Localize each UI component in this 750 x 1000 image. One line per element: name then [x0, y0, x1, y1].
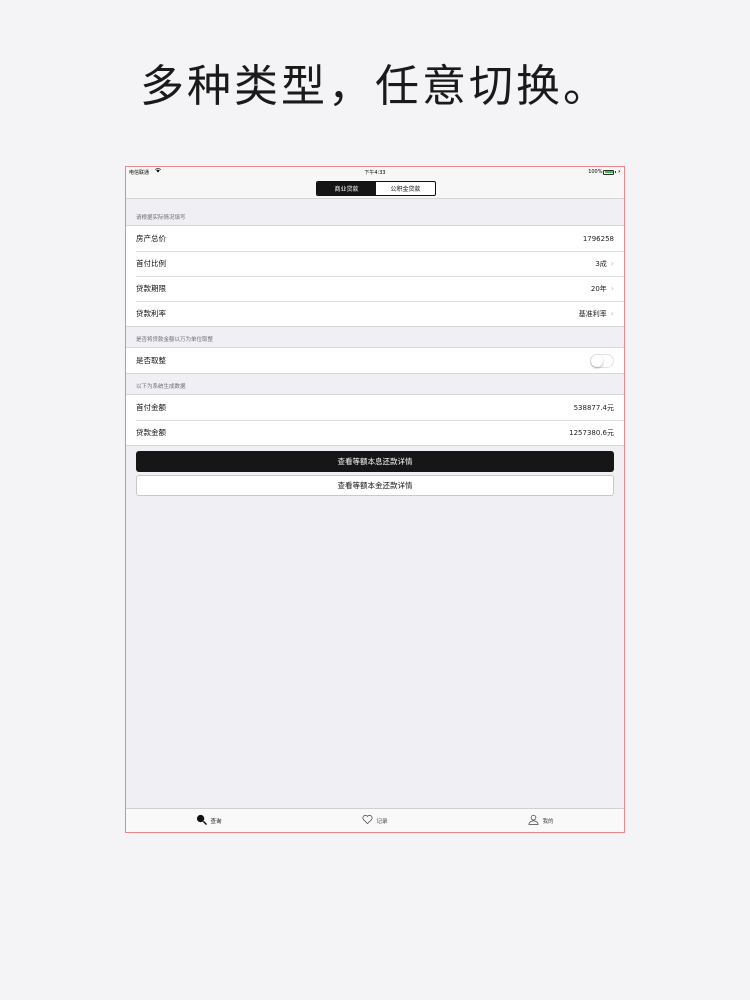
segment-commercial-loan[interactable]: 商业贷款	[317, 182, 376, 195]
row-down-payment-amount: 首付金额 538877.4元	[126, 395, 624, 420]
segment-housing-fund-loan[interactable]: 公积金贷款	[376, 182, 435, 195]
navigation-bar: 商业贷款 公积金贷款	[126, 178, 624, 199]
results-group: 首付金额 538877.4元 贷款金额 1257380.6元	[126, 394, 624, 446]
tab-bar: 查询 记录 我的	[126, 808, 624, 832]
row-label: 贷款利率	[136, 309, 166, 318]
equal-principal-details-button[interactable]: 查看等额本金还款详情	[136, 475, 614, 496]
tab-query[interactable]: 查询	[126, 809, 292, 832]
row-label: 贷款金额	[136, 428, 166, 437]
row-down-payment-ratio[interactable]: 首付比例 3成 ›	[126, 251, 624, 276]
heart-icon	[362, 814, 373, 827]
section-header-results: 以下为系统生成数据	[136, 384, 186, 390]
row-total-price[interactable]: 房产总价 1796258	[126, 226, 624, 251]
person-icon	[528, 814, 539, 827]
section-header-input: 请根据实际情况填写	[136, 215, 186, 221]
loan-term-value: 20年	[590, 284, 607, 293]
battery-indicator: 100% ⚡︎	[588, 169, 621, 175]
row-loan-term[interactable]: 贷款期限 20年 ›	[126, 276, 624, 301]
row-interest-rate[interactable]: 贷款利率 基准利率 ›	[126, 301, 624, 326]
battery-icon	[603, 169, 615, 175]
down-payment-ratio-value: 3成	[595, 259, 607, 268]
row-loan-amount: 贷款金额 1257380.6元	[126, 420, 624, 445]
tab-label: 查询	[210, 818, 222, 825]
status-bar: 电信联通 下午4:33 100% ⚡︎	[126, 167, 624, 178]
row-label: 是否取整	[136, 356, 166, 365]
interest-rate-value: 基准利率	[578, 309, 607, 318]
section-header-rounding: 是否将贷款金额以万为单位取整	[136, 337, 214, 343]
down-payment-amount-value: 538877.4元	[573, 403, 614, 412]
input-group: 房产总价 1796258 首付比例 3成 › 贷款期限 20年 › 贷款利率 基…	[126, 225, 624, 327]
row-label: 房产总价	[136, 234, 166, 243]
rounding-toggle[interactable]	[590, 353, 614, 368]
rounding-group: 是否取整	[126, 347, 624, 374]
chevron-right-icon: ›	[610, 259, 614, 268]
status-time: 下午4:33	[364, 170, 386, 176]
device-screen: 电信联通 下午4:33 100% ⚡︎ 商业贷款 公积金贷款 请根据实际情况填写…	[125, 166, 625, 833]
row-rounding: 是否取整	[126, 348, 624, 373]
form-content: 请根据实际情况填写 房产总价 1796258 首付比例 3成 › 贷款期限 20…	[126, 199, 624, 496]
headline: 多种类型，任意切换。	[140, 61, 610, 112]
search-icon	[196, 814, 208, 827]
total-price-value: 1796258	[582, 234, 614, 243]
row-label: 贷款期限	[136, 284, 166, 293]
chevron-right-icon: ›	[610, 309, 614, 318]
equal-interest-details-button[interactable]: 查看等额本息还款详情	[136, 451, 614, 472]
tab-records[interactable]: 记录	[292, 809, 458, 832]
tab-label: 我的	[542, 818, 554, 825]
charging-icon: ⚡︎	[617, 169, 621, 175]
tab-mine[interactable]: 我的	[458, 809, 624, 832]
battery-percent: 100%	[588, 169, 603, 175]
chevron-right-icon: ›	[610, 284, 614, 293]
row-label: 首付金额	[136, 403, 166, 412]
row-label: 首付比例	[136, 259, 166, 268]
loan-type-segmented-control: 商业贷款 公积金贷款	[316, 181, 436, 196]
tab-label: 记录	[376, 818, 388, 825]
loan-amount-value: 1257380.6元	[569, 428, 614, 437]
